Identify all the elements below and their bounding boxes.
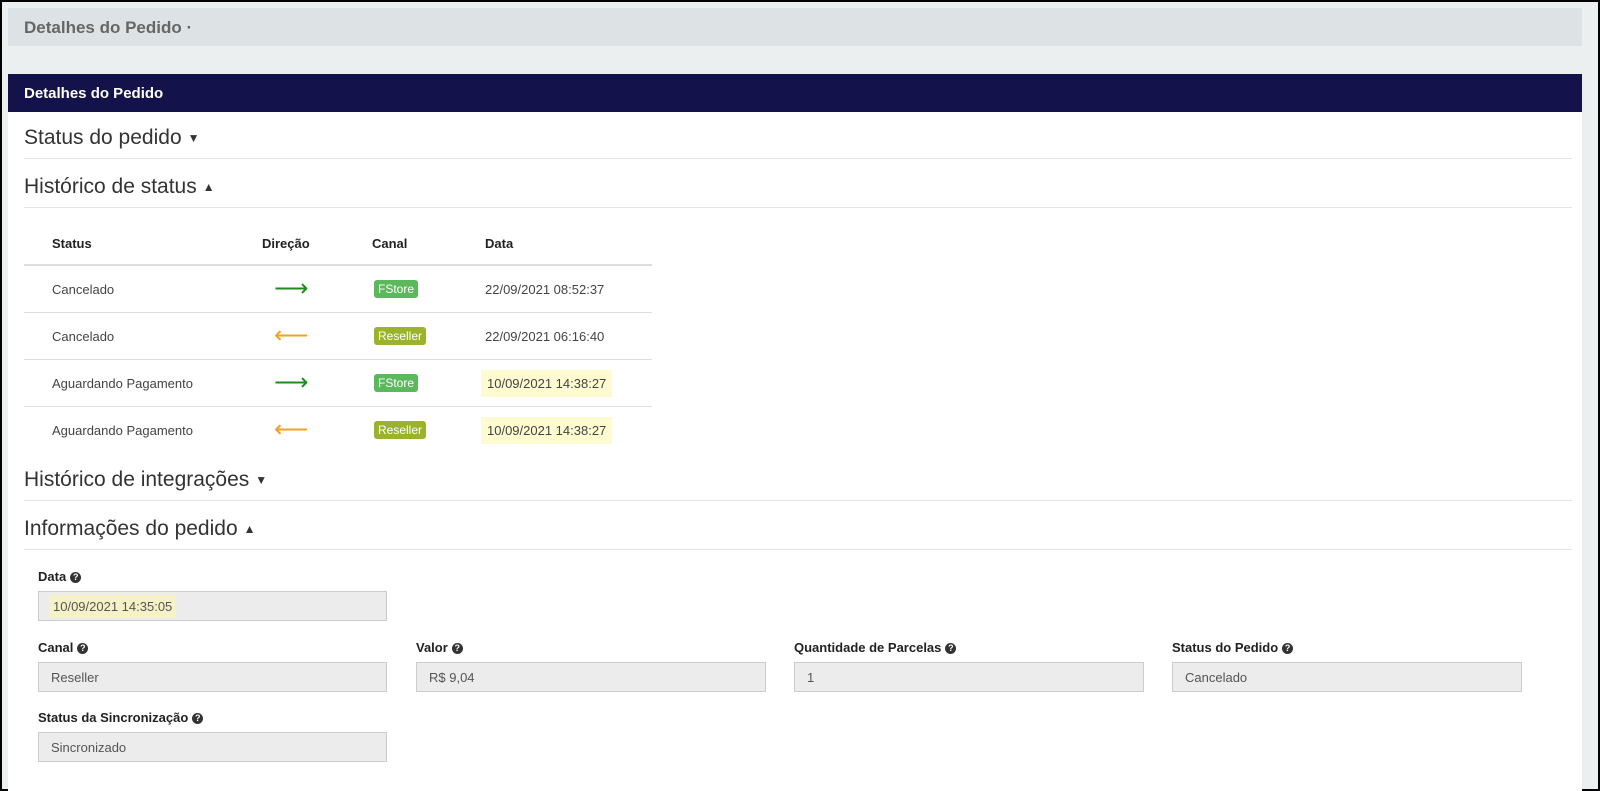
- page-title: Detalhes do Pedido ·: [24, 18, 193, 37]
- status-pedido-label: Status do Pedido?: [1172, 640, 1294, 655]
- help-icon[interactable]: ?: [77, 643, 89, 654]
- parcelas-field[interactable]: 1: [794, 662, 1144, 692]
- valor-field-value: R$ 9,04: [429, 669, 475, 685]
- channel-badge: Reseller: [374, 327, 427, 345]
- help-icon[interactable]: ?: [451, 643, 463, 654]
- status-pedido-field-value: Cancelado: [1185, 669, 1248, 685]
- panel-header: Detalhes do Pedido: [8, 74, 1582, 112]
- section-historico-integracoes[interactable]: Histórico de integrações ▼: [24, 464, 1572, 501]
- channel-badge: FStore: [374, 280, 419, 298]
- section-historico-status-toggle[interactable]: Histórico de status ▲: [24, 175, 215, 199]
- section-historico-integracoes-title: Histórico de integrações: [24, 468, 250, 491]
- sync-label-text: Status da Sincronização: [38, 710, 189, 725]
- arrow-left-icon: ⟵: [274, 416, 309, 443]
- data-field[interactable]: 10/09/2021 14:35:05: [38, 591, 387, 621]
- row-date: 10/09/2021 14:38:27: [481, 369, 613, 397]
- canal-field-value: Reseller: [51, 669, 99, 685]
- parcelas-label: Quantidade de Parcelas?: [794, 640, 957, 655]
- caret-down-icon: ▼: [255, 473, 268, 487]
- table-row: Aguardando Pagamento ⟶ FStore 10/09/2021…: [24, 359, 652, 407]
- section-status-pedido-title: Status do pedido: [24, 126, 182, 149]
- table-row: Cancelado ⟵ Reseller 22/09/2021 06:16:40: [24, 312, 652, 360]
- help-icon[interactable]: ?: [192, 713, 204, 724]
- order-details-panel: Detalhes do Pedido Status do pedido ▼ His…: [8, 74, 1582, 791]
- sync-label: Status da Sincronização?: [38, 710, 204, 725]
- arrow-right-icon: ⟶: [274, 275, 309, 302]
- section-informacoes-pedido-title: Informações do pedido: [24, 517, 238, 540]
- arrow-left-icon: ⟵: [274, 322, 309, 349]
- column-header-status: Status: [24, 222, 262, 266]
- row-date: 10/09/2021 14:38:27: [481, 416, 613, 444]
- section-status-pedido[interactable]: Status do pedido ▼: [24, 122, 1572, 159]
- row-date: 22/09/2021 08:52:37: [485, 281, 605, 297]
- arrow-right-icon: ⟶: [274, 369, 309, 396]
- column-header-data: Data: [485, 222, 652, 266]
- column-header-direcao: Direção: [262, 222, 372, 266]
- row-status: Aguardando Pagamento: [24, 359, 262, 407]
- table-row: Cancelado ⟶ FStore 22/09/2021 08:52:37: [24, 265, 652, 313]
- section-historico-status-title: Histórico de status: [24, 175, 197, 198]
- section-informacoes-pedido[interactable]: Informações do pedido ▲: [24, 513, 1572, 550]
- section-historico-integracoes-toggle[interactable]: Histórico de integrações ▼: [24, 468, 267, 492]
- caret-up-icon: ▲: [202, 180, 215, 194]
- row-date: 22/09/2021 06:16:40: [485, 328, 605, 344]
- page-title-bar: Detalhes do Pedido ·: [8, 8, 1582, 46]
- channel-badge: FStore: [374, 374, 419, 392]
- section-informacoes-pedido-toggle[interactable]: Informações do pedido ▲: [24, 517, 256, 541]
- column-header-canal: Canal: [372, 222, 485, 266]
- table-header-row: Status Direção Canal Data: [24, 222, 652, 266]
- valor-label-text: Valor: [416, 640, 448, 655]
- data-label: Data?: [38, 569, 82, 584]
- table-row: Aguardando Pagamento ⟵ Reseller 10/09/20…: [24, 407, 652, 454]
- status-history-table: Status Direção Canal Data Cancelado ⟶ FS…: [24, 222, 652, 453]
- status-pedido-label-text: Status do Pedido: [1172, 640, 1279, 655]
- channel-badge: Reseller: [374, 421, 427, 439]
- status-pedido-field[interactable]: Cancelado: [1172, 662, 1522, 692]
- valor-field[interactable]: R$ 9,04: [416, 662, 766, 692]
- caret-up-icon: ▲: [243, 522, 256, 536]
- data-label-text: Data: [38, 569, 67, 584]
- row-status: Aguardando Pagamento: [52, 422, 193, 438]
- window-frame: Detalhes do Pedido · Detalhes do Pedido …: [0, 0, 1600, 791]
- data-field-value: 10/09/2021 14:35:05: [49, 594, 177, 618]
- help-icon[interactable]: ?: [70, 572, 82, 583]
- sync-field-value: Sincronizado: [51, 739, 127, 755]
- canal-label: Canal?: [38, 640, 89, 655]
- row-status: Cancelado: [24, 312, 262, 360]
- canal-label-text: Canal: [38, 640, 74, 655]
- canal-field[interactable]: Reseller: [38, 662, 387, 692]
- help-icon[interactable]: ?: [1282, 643, 1294, 654]
- parcelas-label-text: Quantidade de Parcelas: [794, 640, 942, 655]
- help-icon[interactable]: ?: [945, 643, 957, 654]
- caret-down-icon: ▼: [187, 131, 200, 145]
- valor-label: Valor?: [416, 640, 463, 655]
- section-status-pedido-toggle[interactable]: Status do pedido ▼: [24, 126, 200, 150]
- section-historico-status[interactable]: Histórico de status ▲: [24, 171, 1572, 208]
- panel-header-title: Detalhes do Pedido: [24, 84, 164, 102]
- row-status: Cancelado: [24, 265, 262, 313]
- sync-field[interactable]: Sincronizado: [38, 732, 387, 762]
- parcelas-field-value: 1: [807, 669, 815, 685]
